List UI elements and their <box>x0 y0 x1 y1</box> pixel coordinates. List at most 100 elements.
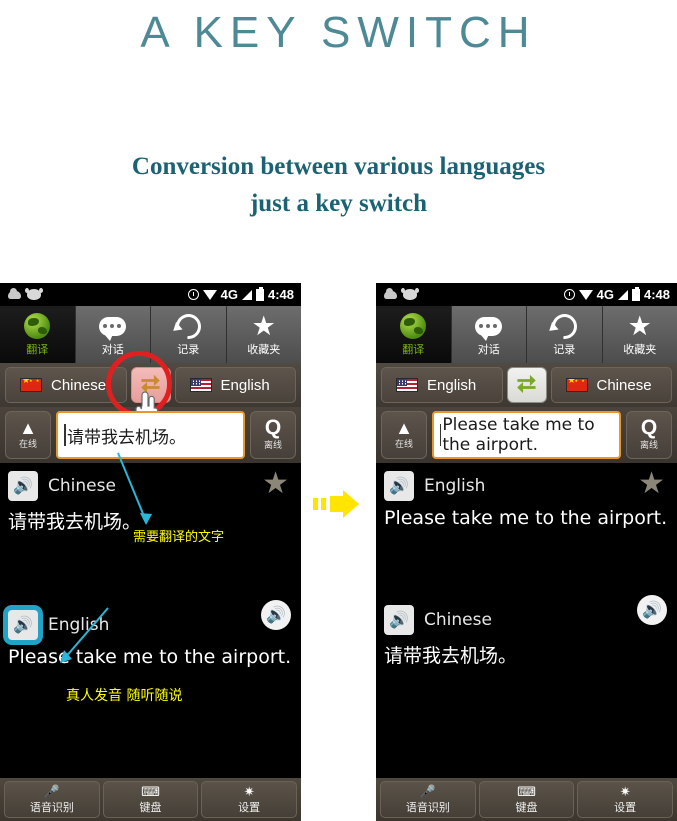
target-language-button[interactable]: English <box>174 367 296 403</box>
online-mode-button[interactable]: ▲ 在线 <box>381 411 427 459</box>
offline-search-button[interactable]: Q 离线 <box>626 411 672 459</box>
phone-screenshot-before: 4G 4:48 翻译 对话 记录 ★ 收藏夹 Chinese ⮂ <box>0 283 301 821</box>
translation-input-field[interactable]: Please take me to the airport. <box>432 411 621 459</box>
play-audio-icon[interactable]: 🔊 <box>261 600 291 630</box>
gear-icon: ✷ <box>243 783 255 799</box>
settings-label: 设置 <box>238 800 261 814</box>
swap-arrows-icon: ⮂ <box>140 371 161 398</box>
voice-recognition-button[interactable]: 🎤 语音识别 <box>380 781 476 818</box>
search-icon: Q <box>264 416 282 439</box>
annotation-input-label: 需要翻译的文字 <box>133 530 225 545</box>
bottom-action-bar: 🎤 语音识别 ⌨ 键盘 ✷ 设置 <box>0 778 301 821</box>
settings-button[interactable]: ✷ 设置 <box>577 781 674 818</box>
result-target-header: 🔊 English 🔊 <box>8 600 293 640</box>
history-icon <box>170 308 206 344</box>
tab-translate[interactable]: 翻译 <box>376 306 452 363</box>
source-language-label: English <box>427 376 477 394</box>
page-subtitle: Conversion between various languages jus… <box>0 148 677 222</box>
tab-dialogue[interactable]: 对话 <box>75 306 151 363</box>
tab-translate-label: 翻译 <box>26 343 49 356</box>
result-source-header: 🔊 English ★ <box>384 469 669 501</box>
signal-icon <box>617 289 628 300</box>
battery-icon <box>255 286 264 301</box>
favorite-star-icon[interactable]: ★ <box>638 469 665 499</box>
tab-dialogue-label: 对话 <box>477 343 500 356</box>
result-target: 🔊 English 🔊 Please take me to the airpor… <box>0 600 301 668</box>
swap-languages-button[interactable]: ⮂ <box>130 367 171 403</box>
keyboard-label: 键盘 <box>139 800 162 814</box>
wifi-icon: ▲ <box>395 418 413 438</box>
result-target-header: 🔊 Chinese 🔊 <box>384 595 669 635</box>
annotation-speech-label: 真人发音 随听随说 <box>66 688 183 704</box>
tab-favorites-label: 收藏夹 <box>623 343 657 356</box>
keyboard-icon: ⌨ <box>141 783 160 799</box>
offline-mode-label: 离线 <box>263 441 282 451</box>
speaker-icon[interactable]: 🔊 <box>384 605 414 635</box>
clock-label: 4:48 <box>643 287 670 302</box>
alarm-icon <box>563 289 575 300</box>
microphone-icon: 🎤 <box>43 783 60 799</box>
translation-input-field[interactable]: 请带我去机场。 <box>56 411 245 459</box>
status-bar-left-icons <box>0 287 43 300</box>
tab-favorites[interactable]: ★ 收藏夹 <box>602 306 677 363</box>
voice-recognition-label: 语音识别 <box>29 800 74 814</box>
mask-icon <box>401 288 419 300</box>
settings-label: 设置 <box>614 800 637 814</box>
result-target-language: Chinese <box>424 610 492 630</box>
network-label: 4G <box>220 287 238 302</box>
alarm-icon <box>187 289 199 300</box>
keyboard-label: 键盘 <box>515 800 538 814</box>
keyboard-button[interactable]: ⌨ 键盘 <box>102 781 199 818</box>
tab-translate[interactable]: 翻译 <box>0 306 76 363</box>
keyboard-button[interactable]: ⌨ 键盘 <box>478 781 575 818</box>
source-language-button[interactable]: English <box>381 367 503 403</box>
gear-icon: ✷ <box>619 783 631 799</box>
wifi-icon <box>578 289 593 300</box>
offline-mode-label: 离线 <box>639 441 658 451</box>
tab-dialogue-label: 对话 <box>101 343 124 356</box>
star-icon: ★ <box>627 310 652 341</box>
tab-dialogue[interactable]: 对话 <box>451 306 527 363</box>
keyboard-icon: ⌨ <box>517 783 536 799</box>
speaker-icon[interactable]: 🔊 <box>8 610 38 640</box>
status-bar: 4G 4:48 <box>0 283 301 306</box>
results-panel: 🔊 Chinese ★ 请带我去机场。 🔊 English 🔊 Please t… <box>0 452 301 750</box>
input-row: ▲ 在线 Please take me to the airport. Q 离线 <box>376 407 677 463</box>
translation-input-value: Please take me to the airport. <box>442 415 595 455</box>
tab-records[interactable]: 记录 <box>151 306 227 363</box>
globe-icon <box>400 312 427 340</box>
tab-favorites-label: 收藏夹 <box>247 343 281 356</box>
target-language-button[interactable]: Chinese <box>550 367 672 403</box>
favorite-star-icon[interactable]: ★ <box>262 469 289 499</box>
tab-records[interactable]: 记录 <box>527 306 603 363</box>
target-language-label: English <box>220 376 270 394</box>
swap-arrows-icon: ⮂ <box>516 371 537 398</box>
tab-favorites[interactable]: ★ 收藏夹 <box>226 306 301 363</box>
wifi-icon <box>202 289 217 300</box>
text-caret <box>440 424 442 446</box>
voice-recognition-button[interactable]: 🎤 语音识别 <box>4 781 100 818</box>
online-mode-button[interactable]: ▲ 在线 <box>5 411 51 459</box>
swap-languages-button[interactable]: ⮂ <box>506 367 547 403</box>
status-bar-right-icons: 4G 4:48 <box>563 283 670 306</box>
speaker-icon[interactable]: 🔊 <box>8 471 38 501</box>
speech-bubble-icon <box>475 312 503 341</box>
offline-search-button[interactable]: Q 离线 <box>250 411 296 459</box>
usa-flag-icon <box>189 378 212 392</box>
china-flag-icon <box>20 378 42 392</box>
clock-label: 4:48 <box>267 287 294 302</box>
result-target-text: 请带我去机场。 <box>384 645 518 667</box>
network-label: 4G <box>596 287 614 302</box>
settings-button[interactable]: ✷ 设置 <box>201 781 298 818</box>
cloud-icon <box>8 287 21 299</box>
source-language-button[interactable]: Chinese <box>5 367 127 403</box>
history-icon <box>546 308 582 344</box>
tab-bar: 翻译 对话 记录 ★ 收藏夹 <box>376 306 677 363</box>
speaker-icon[interactable]: 🔊 <box>384 471 414 501</box>
usa-flag-icon <box>396 378 418 392</box>
signal-icon <box>241 289 252 300</box>
search-icon: Q <box>640 416 658 439</box>
play-audio-icon[interactable]: 🔊 <box>637 595 667 625</box>
online-mode-label: 在线 <box>18 440 37 450</box>
tab-bar: 翻译 对话 记录 ★ 收藏夹 <box>0 306 301 363</box>
